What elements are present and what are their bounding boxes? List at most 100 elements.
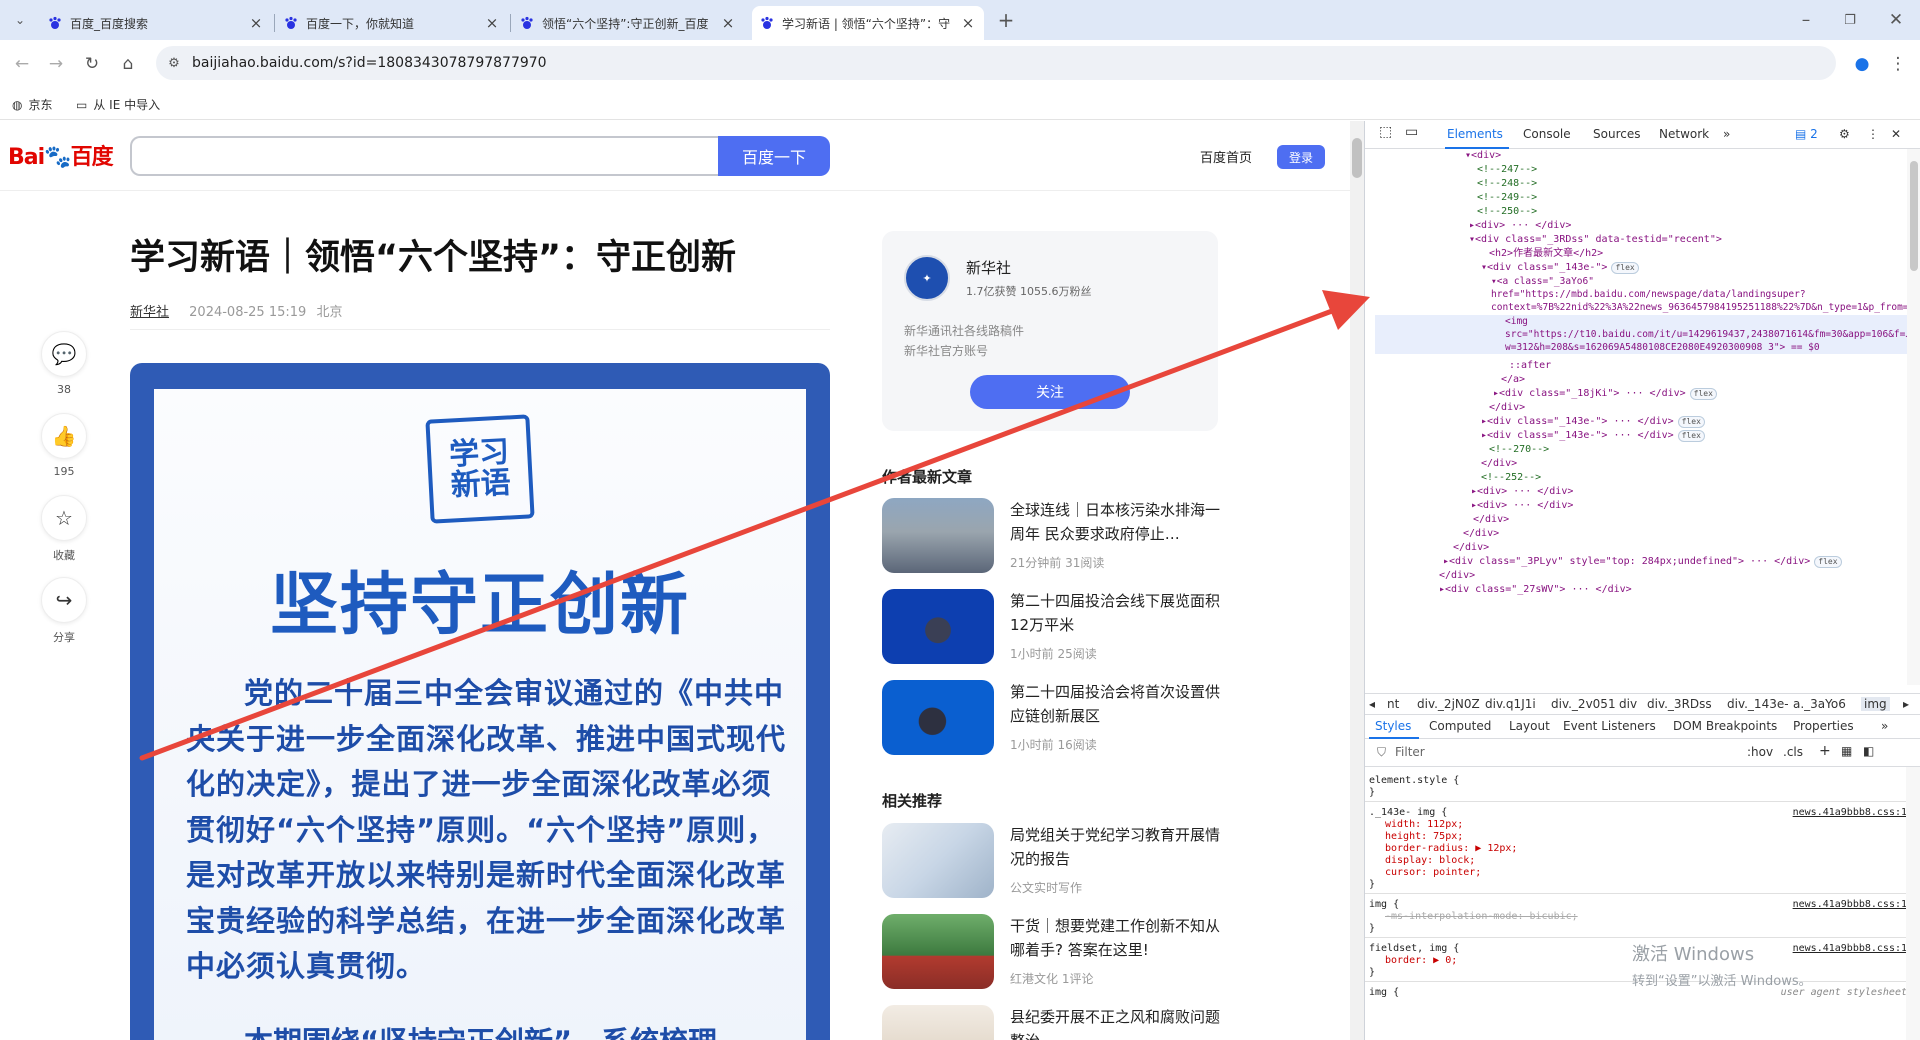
like-action[interactable]: 👍 195 xyxy=(40,413,88,478)
thumbs-up-icon: 👍 xyxy=(41,413,87,459)
more-tabs-icon[interactable]: » xyxy=(1723,127,1730,141)
tab-title: 领悟“六个坚持”:守正创新_百度 xyxy=(542,16,709,31)
activation-watermark-sub: 转到“设置”以激活 Windows。 xyxy=(1632,974,1812,989)
tab-computed[interactable]: Computed xyxy=(1429,719,1491,733)
baidu-logo[interactable]: Bai🐾百度 xyxy=(8,139,114,171)
avatar[interactable]: ✦ xyxy=(904,255,950,301)
article-location: 北京 xyxy=(316,305,343,320)
close-icon[interactable]: × xyxy=(248,14,264,32)
close-icon[interactable]: × xyxy=(484,14,500,32)
close-icon[interactable]: × xyxy=(960,14,976,32)
tab-sources[interactable]: Sources xyxy=(1593,127,1640,141)
tab-layout[interactable]: Layout xyxy=(1509,719,1550,733)
profile-icon[interactable]: ● xyxy=(1850,52,1874,76)
site-info-icon[interactable]: ⚙ xyxy=(162,51,186,75)
tab-event-listeners[interactable]: Event Listeners xyxy=(1563,719,1656,733)
close-icon[interactable]: × xyxy=(720,14,736,32)
minimize-button[interactable]: – xyxy=(1794,8,1818,32)
color-format-icon[interactable]: ▦ xyxy=(1841,744,1852,758)
close-window-button[interactable]: ✕ xyxy=(1884,8,1908,32)
comment-action[interactable]: 💬 38 xyxy=(40,331,88,396)
tab-3[interactable]: 领悟“六个坚持”:守正创新_百度 × xyxy=(512,6,744,40)
home-icon[interactable]: ⌂ xyxy=(116,52,140,76)
tab-2[interactable]: 百度一下，你就知道 × xyxy=(276,6,508,40)
search-input[interactable] xyxy=(130,136,718,176)
list-item[interactable]: 全球连线｜日本核污染水排海一周年 民众要求政府停止… 21分钟前 31阅读 xyxy=(882,498,1222,574)
image-body-text: 党的二十届三中全会审议通过的《中共中央关于进一步全面深化改革、推进中国式现代化的… xyxy=(186,676,787,983)
author-card: ✦ 新华社 1.7亿获赞 1055.6万粉丝 新华通讯社各线路稿件 新华社官方账… xyxy=(882,231,1218,431)
hov-toggle[interactable]: :hov xyxy=(1747,745,1773,759)
dom-scrollbar-thumb[interactable] xyxy=(1910,161,1918,271)
baidu-home-link[interactable]: 百度首页 xyxy=(1200,147,1252,166)
paw-icon: 🐾 xyxy=(44,145,71,170)
list-item[interactable]: 第二十四届投洽会线下展览面积12万平米 1小时前 25阅读 xyxy=(882,589,1222,665)
more-tabs-icon[interactable]: » xyxy=(1881,719,1888,733)
close-devtools-icon[interactable]: ✕ xyxy=(1891,127,1901,141)
article-meta: 新华社 2024-08-25 15:19 北京 xyxy=(130,301,342,320)
image-headline: 坚持守正创新 xyxy=(269,566,690,645)
search-button[interactable]: 百度一下 xyxy=(718,136,830,176)
page-scrollbar[interactable] xyxy=(1350,121,1364,1040)
inspect-element-icon[interactable]: ⬚ xyxy=(1379,124,1392,140)
selected-dom-node[interactable]: <img src="https://t10.baidu.com/it/u=142… xyxy=(1375,315,1907,354)
page-scrollbar-thumb[interactable] xyxy=(1352,138,1362,178)
restore-button[interactable]: ❐ xyxy=(1838,8,1862,32)
gear-icon[interactable]: ⚙ xyxy=(1839,127,1850,141)
baidu-paw-icon xyxy=(285,16,297,29)
tab-title: 学习新语 | 领悟“六个坚持”：守 xyxy=(782,16,951,31)
baidu-paw-icon xyxy=(521,16,533,29)
article-source[interactable]: 新华社 xyxy=(130,305,169,320)
list-item[interactable]: 县纪委开展不正之风和腐败问题整治... xyxy=(882,1005,1222,1040)
login-button[interactable]: 登录 xyxy=(1277,145,1325,169)
breadcrumb-next-icon[interactable]: ▸ xyxy=(1903,697,1909,711)
web-page: Bai🐾百度 百度一下 百度首页 登录 学习新语｜领悟“六个坚持”：守正创新 新… xyxy=(0,121,1350,1040)
share-action[interactable]: ↪ 分享 xyxy=(40,577,88,645)
tab-properties[interactable]: Properties xyxy=(1793,719,1854,733)
list-item[interactable]: 干货｜想要党建工作创新不知从哪着手? 答案在这里! 红港文化 1评论 xyxy=(882,914,1222,990)
back-button[interactable]: ← xyxy=(10,52,34,76)
tab-dom-breakpoints[interactable]: DOM Breakpoints xyxy=(1673,719,1777,733)
menu-icon[interactable]: ⋮ xyxy=(1886,52,1910,76)
filter-input[interactable]: Filter xyxy=(1395,745,1425,759)
device-toolbar-icon[interactable]: ▭ xyxy=(1405,124,1418,140)
follow-button[interactable]: 关注 xyxy=(970,375,1130,409)
kebab-menu-icon[interactable]: ⋮ xyxy=(1867,127,1879,141)
new-tab-button[interactable]: + xyxy=(994,8,1018,32)
styles-pane[interactable]: element.style { } ._143e- img { news.41a… xyxy=(1365,767,1907,1040)
tab-4-active[interactable]: 学习新语 | 领悟“六个坚持”：守 × xyxy=(752,6,984,40)
issues-badge[interactable]: ▤ 2 xyxy=(1795,127,1818,141)
cls-toggle[interactable]: .cls xyxy=(1783,745,1803,759)
favorite-action[interactable]: ☆ 收藏 xyxy=(40,495,88,563)
thumbnail xyxy=(882,1005,994,1040)
filter-icon: ⛉ xyxy=(1377,745,1387,759)
devtools-panel: ⬚ ▭ Elements Console Sources Network » ▤… xyxy=(1364,121,1920,1040)
reload-button[interactable]: ↻ xyxy=(80,52,104,76)
article-image[interactable]: 学习 新语 坚持守正创新 党的二十届三中全会审议通过的《中共中央关于进一步全面深… xyxy=(130,363,830,1040)
styles-scrollbar[interactable] xyxy=(1906,767,1920,1040)
url-text[interactable]: baijiahao.baidu.com/s?id=180834307879787… xyxy=(192,55,547,71)
tab-elements[interactable]: Elements xyxy=(1447,127,1503,141)
page-header: Bai🐾百度 百度一下 百度首页 登录 xyxy=(0,121,1350,191)
tab-search-icon[interactable]: ⌄ xyxy=(8,8,32,32)
tab-1[interactable]: 百度_百度搜索 × xyxy=(40,6,272,40)
bookmark-ie-import[interactable]: ▭ 从 IE 中导入 xyxy=(76,96,160,113)
tab-styles[interactable]: Styles xyxy=(1375,719,1411,733)
thumbnail xyxy=(882,914,994,989)
add-rule-icon[interactable]: + xyxy=(1819,743,1831,759)
breadcrumb-prev-icon[interactable]: ◂ xyxy=(1369,697,1375,711)
divider xyxy=(130,329,830,330)
sidebar-toggle-icon[interactable]: ◧ xyxy=(1863,744,1874,758)
tab-network[interactable]: Network xyxy=(1659,127,1709,141)
forward-button[interactable]: → xyxy=(44,52,68,76)
list-item[interactable]: 第二十四届投洽会将首次设置供应链创新展区 1小时前 16阅读 xyxy=(882,680,1222,756)
activation-watermark: 激活 Windows xyxy=(1632,944,1755,965)
article-datetime: 2024-08-25 15:19 xyxy=(189,305,307,320)
tab-strip: ⌄ 百度_百度搜索 × 百度一下，你就知道 × 领悟“六个坚持”:守正创新_百度… xyxy=(0,0,1920,40)
dom-tree[interactable]: ▾<div> <!--247--> <!--248--> <!--249--> … xyxy=(1365,149,1907,685)
tab-console[interactable]: Console xyxy=(1523,127,1571,141)
thumbnail xyxy=(882,498,994,573)
bookmark-jd[interactable]: ◍ 京东 xyxy=(12,96,53,113)
author-name[interactable]: 新华社 xyxy=(966,257,1011,278)
list-item[interactable]: 局党组关于党纪学习教育开展情况的报告 公文实时写作 xyxy=(882,823,1222,899)
folder-icon: ▭ xyxy=(76,97,88,112)
